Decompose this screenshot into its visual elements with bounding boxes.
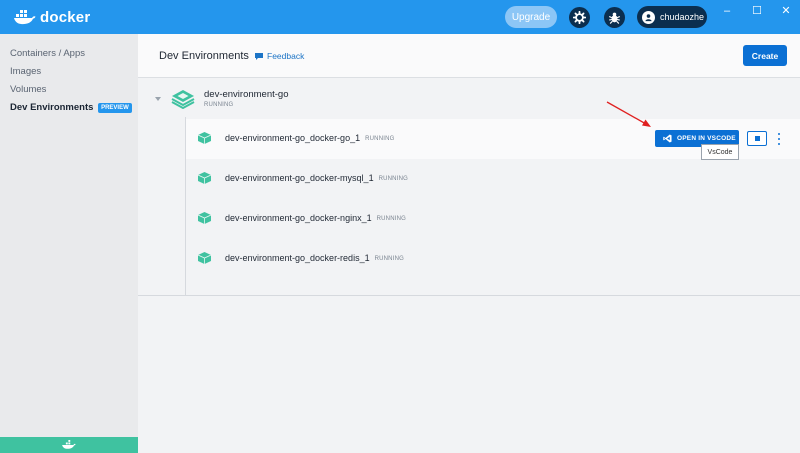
bug-icon (609, 12, 620, 24)
sidebar-item-images[interactable]: Images (10, 66, 41, 77)
feedback-link[interactable]: Feedback (254, 51, 304, 61)
sidebar: Containers / Apps Images Volumes Dev Env… (0, 34, 138, 453)
troubleshoot-button[interactable] (604, 7, 625, 28)
container-row[interactable]: dev-environment-go_docker-mysql_1 RUNNING (186, 159, 800, 199)
more-options-icon[interactable] (776, 131, 782, 146)
container-row[interactable]: dev-environment-go_docker-redis_1 RUNNING (186, 239, 800, 279)
username: chudaozhe (660, 12, 705, 22)
environment-name[interactable]: dev-environment-go (204, 89, 289, 100)
gear-icon (573, 11, 586, 24)
container-name: dev-environment-go_docker-go_1 RUNNING (225, 133, 395, 143)
avatar-icon (642, 10, 655, 24)
chat-bubble-icon (255, 52, 263, 60)
title-bar: docker Upgrade chudaozhe – ☐ ✕ (0, 0, 800, 34)
chevron-down-icon[interactable] (155, 97, 161, 101)
stop-icon (754, 136, 760, 141)
docker-logo: docker (14, 8, 90, 26)
settings-button[interactable] (569, 7, 590, 28)
user-menu[interactable]: chudaozhe (637, 6, 707, 28)
whale-icon (62, 440, 76, 449)
container-status: RUNNING (378, 176, 408, 182)
container-status: RUNNING (374, 256, 404, 262)
maximize-button[interactable]: ☐ (747, 4, 767, 18)
page-header: Dev Environments Feedback Create (138, 34, 800, 78)
main-panel: Dev Environments Feedback Create dev-env… (138, 34, 800, 453)
close-button[interactable]: ✕ (776, 4, 796, 18)
container-icon (198, 212, 211, 224)
preview-badge: PREVIEW (98, 103, 132, 113)
open-in-vscode-label: OPEN IN VSCODE (677, 135, 736, 142)
app-name: docker (40, 8, 91, 26)
container-name: dev-environment-go_docker-redis_1 RUNNING (225, 253, 404, 263)
status-footer[interactable] (0, 437, 138, 453)
environment-list: dev-environment-go RUNNING dev-environme… (138, 79, 800, 296)
container-name-text: dev-environment-go_docker-redis_1 (225, 253, 370, 263)
container-icon (198, 252, 211, 264)
container-name-text: dev-environment-go_docker-go_1 (225, 133, 361, 143)
container-status: RUNNING (365, 136, 395, 142)
create-button[interactable]: Create (743, 45, 787, 66)
dev-environment-icon (171, 90, 195, 109)
minimize-button[interactable]: – (717, 4, 737, 18)
vscode-icon (663, 134, 672, 143)
container-name: dev-environment-go_docker-mysql_1 RUNNING (225, 173, 408, 183)
container-icon (198, 132, 211, 144)
container-status: RUNNING (376, 216, 406, 222)
container-icon (198, 172, 211, 184)
feedback-label: Feedback (267, 51, 305, 61)
sidebar-item-label: Dev Environments (10, 102, 94, 113)
container-name-text: dev-environment-go_docker-mysql_1 (225, 173, 374, 183)
vscode-tooltip: VsCode (701, 144, 739, 160)
container-row[interactable]: dev-environment-go_docker-nginx_1 RUNNING (186, 199, 800, 239)
container-name-text: dev-environment-go_docker-nginx_1 (225, 213, 372, 223)
container-name: dev-environment-go_docker-nginx_1 RUNNING (225, 213, 406, 223)
whale-icon (14, 10, 36, 25)
upgrade-button[interactable]: Upgrade (505, 6, 557, 28)
sidebar-item-containers[interactable]: Containers / Apps (10, 48, 85, 59)
environment-status: RUNNING (204, 102, 234, 108)
annotation-arrow-icon (606, 101, 651, 127)
sidebar-item-volumes[interactable]: Volumes (10, 84, 46, 95)
page-title: Dev Environments (159, 50, 249, 62)
stop-button[interactable] (747, 131, 767, 146)
sidebar-item-dev-environments[interactable]: Dev Environments PREVIEW (10, 102, 132, 113)
